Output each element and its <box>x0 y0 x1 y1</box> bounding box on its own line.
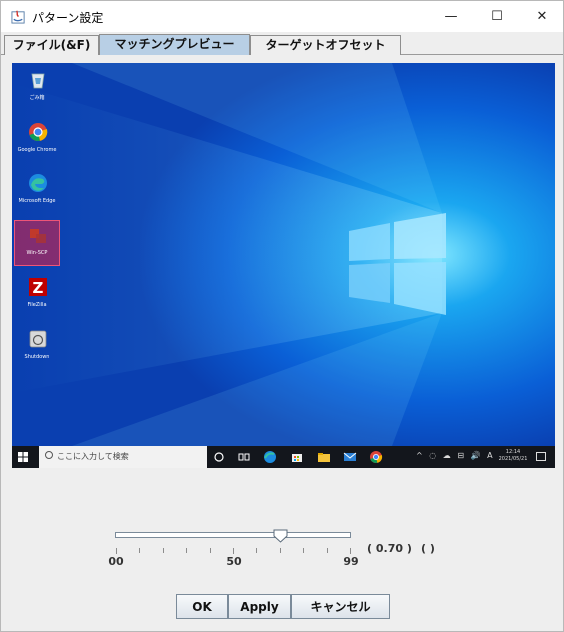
clock-time: 12:14 <box>505 449 521 455</box>
java-app-icon <box>11 10 25 24</box>
desktop-wallpaper <box>12 63 555 446</box>
clock-date: 2021/05/21 <box>498 456 528 462</box>
maximize-button[interactable]: ☐ <box>474 1 520 32</box>
threshold-value-label: ( 0.70 ) <box>367 542 412 555</box>
slider-min-label: 00 <box>108 555 124 568</box>
cancel-button[interactable]: キャンセル <box>291 594 390 619</box>
search-icon <box>45 451 53 459</box>
ok-button[interactable]: OK <box>176 594 228 619</box>
tab-target-offset[interactable]: ターゲットオフセット <box>250 35 401 55</box>
taskbar: ここに入力して検索 ^ ◌ ☁ ⊟ 🔊 A 12:14 2021/05/21 <box>12 446 555 468</box>
slider-mid-label: 50 <box>226 555 242 568</box>
apply-button[interactable]: Apply <box>228 594 291 619</box>
filezilla-icon: Z <box>29 278 47 297</box>
desktop-icon-shutdown[interactable]: Shutdown <box>15 325 59 369</box>
store-icon <box>292 454 302 462</box>
file-explorer-icon <box>318 453 330 462</box>
taskbar-clock: 12:14 2021/05/21 <box>496 449 530 463</box>
slider-tick <box>280 548 281 553</box>
chrome-icon <box>29 123 48 142</box>
slider-tick <box>210 548 211 553</box>
desktop-icon-matched[interactable]: Win-SCP <box>14 220 60 266</box>
taskbar-search-placeholder: ここに入力して検索 <box>57 452 129 461</box>
notification-icon <box>536 452 546 461</box>
minimize-button[interactable]: — <box>428 1 474 32</box>
matching-preview-image: ごみ箱 Google Chrome Microsoft Edge Win-SCP… <box>12 63 555 468</box>
desktop-icon-label: Microsoft Edge <box>18 198 56 204</box>
desktop-icon-edge[interactable]: Microsoft Edge <box>15 169 59 213</box>
desktop-icon-label: FileZilla <box>27 302 47 308</box>
window-title: パターン設定 <box>32 11 104 25</box>
mail-icon <box>343 452 357 461</box>
slider-tick <box>327 548 328 553</box>
slider-tick <box>350 548 351 554</box>
threshold-slider-panel: 00 50 99 ( 0.70 ) ( ) <box>1 521 563 571</box>
slider-tick <box>186 548 187 553</box>
slider-tick <box>256 548 257 553</box>
desktop-icon-recycle-bin[interactable]: ごみ箱 <box>15 65 59 109</box>
desktop-icon-label: Win-SCP <box>26 250 48 256</box>
title-bar: パターン設定 — ☐ ✕ <box>1 1 563 32</box>
minimize-icon: — <box>444 9 458 24</box>
slider-tick <box>303 548 304 553</box>
recycle-bin-icon <box>31 73 45 89</box>
slider-tick <box>116 548 117 554</box>
tab-file[interactable]: ファイル(&F) <box>4 35 99 55</box>
desktop-icon-label: Shutdown <box>24 354 50 360</box>
pattern-settings-dialog: パターン設定 — ☐ ✕ ファイル(&F) マッチングプレビュー ターゲットオフ… <box>0 0 564 632</box>
edge-icon <box>29 174 47 192</box>
slider-tick <box>139 548 140 553</box>
maximize-icon: ☐ <box>491 9 503 24</box>
slider-tick <box>233 548 234 554</box>
cortana-icon <box>214 452 224 462</box>
tab-matching-preview[interactable]: マッチングプレビュー <box>99 34 250 55</box>
windows-start-icon <box>18 452 28 462</box>
edge-taskbar-icon <box>264 451 276 463</box>
task-view-icon <box>238 453 250 461</box>
app-icon <box>30 229 46 243</box>
desktop-icon-label: Google Chrome <box>17 147 57 153</box>
threshold-slider-thumb[interactable] <box>273 529 288 543</box>
threshold-slider-track[interactable] <box>115 532 351 538</box>
desktop-icon-label: ごみ箱 <box>29 95 45 101</box>
taskbar-search-box: ここに入力して検索 <box>39 446 207 468</box>
shutdown-icon <box>29 330 47 348</box>
close-button[interactable]: ✕ <box>519 1 564 32</box>
threshold-extra-label: ( ) <box>421 542 435 555</box>
desktop-icon-filezilla[interactable]: Z FileZilla <box>15 273 59 317</box>
chrome-taskbar-icon <box>370 451 383 463</box>
tab-bar: ファイル(&F) マッチングプレビュー ターゲットオフセット <box>1 33 563 55</box>
system-tray: ^ ◌ ☁ ⊟ 🔊 A <box>416 451 495 460</box>
slider-tick <box>163 548 164 553</box>
slider-max-label: 99 <box>343 555 359 568</box>
desktop-icon-chrome[interactable]: Google Chrome <box>15 118 59 162</box>
close-icon: ✕ <box>536 9 548 24</box>
svg-text:Z: Z <box>33 279 44 297</box>
